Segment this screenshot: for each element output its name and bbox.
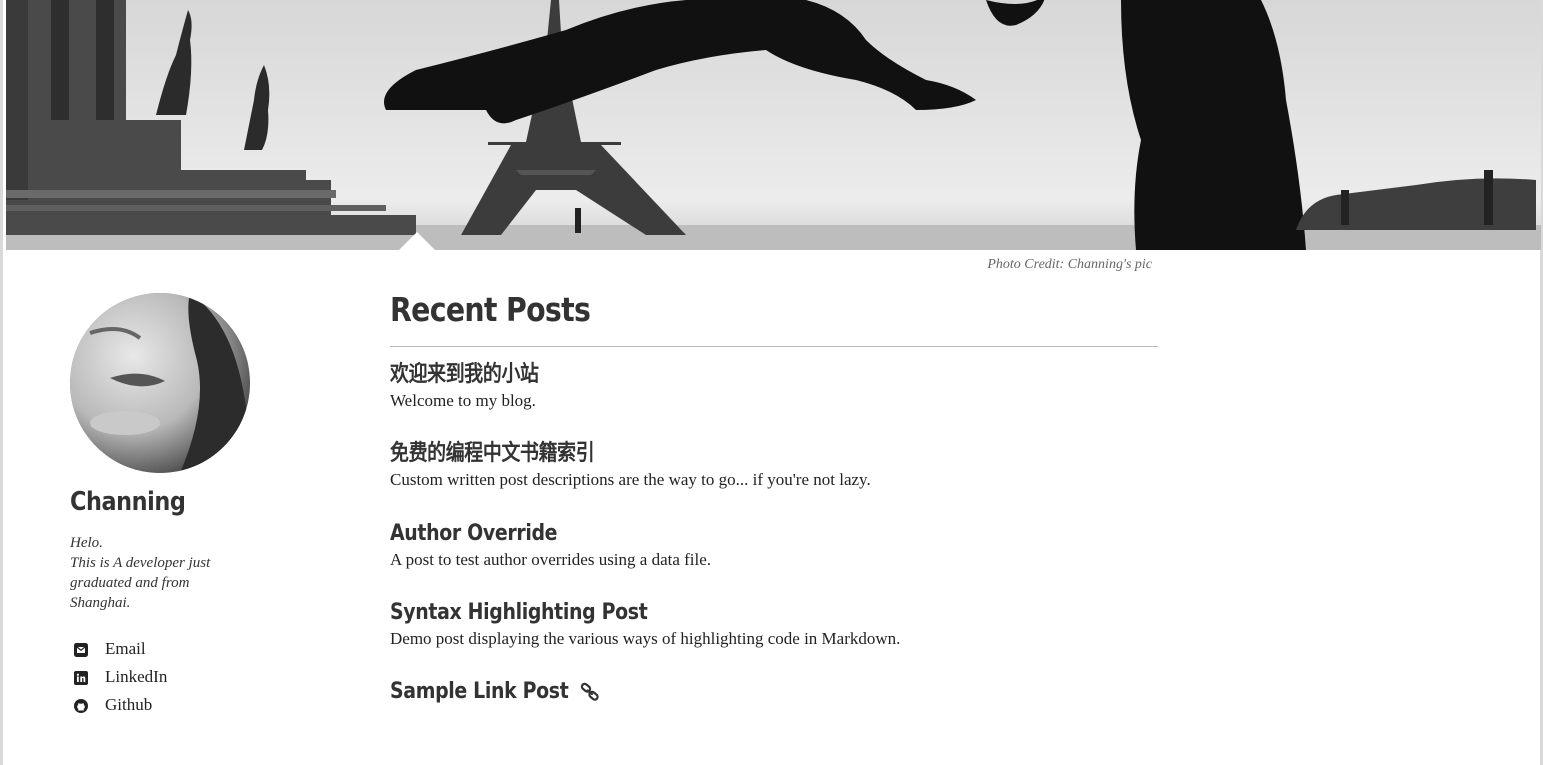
main-content: Recent Posts 欢迎来到我的小站 Welcome to my blog… bbox=[390, 288, 1158, 757]
post-title: 免费的编程中文书籍索引 bbox=[390, 441, 595, 467]
linkedin-label: LinkedIn bbox=[105, 667, 168, 686]
post-description: Welcome to my blog. bbox=[390, 391, 536, 410]
github-label: Github bbox=[105, 695, 153, 714]
author-bio-line: Helo. bbox=[70, 535, 103, 551]
post-title: Sample Link Post bbox=[390, 679, 569, 705]
author-name: Channing bbox=[70, 487, 186, 517]
github-link[interactable]: Github bbox=[70, 691, 270, 719]
hero-image bbox=[6, 0, 1541, 250]
post-title-link[interactable]: Syntax Highlighting Post bbox=[390, 599, 1158, 627]
post-title: 欢迎来到我的小站 bbox=[390, 362, 539, 387]
post-list: 欢迎来到我的小站 Welcome to my blog. 免费的编程中文书籍索引… bbox=[390, 361, 1158, 757]
post-item: Syntax Highlighting Post Demo post displ… bbox=[390, 599, 1158, 678]
post-description: Custom written post descriptions are the… bbox=[390, 470, 871, 490]
post-item: 免费的编程中文书籍索引 Custom written post descript… bbox=[390, 440, 1158, 519]
email-link[interactable]: Email bbox=[70, 635, 270, 663]
post-description: A post to test author overrides using a … bbox=[390, 549, 712, 569]
github-icon bbox=[74, 698, 88, 713]
post-item: Sample Link Post bbox=[390, 678, 1158, 757]
envelope-icon bbox=[74, 642, 88, 657]
post-title: Syntax Highlighting Post bbox=[390, 599, 648, 625]
page-title: Recent Posts bbox=[390, 290, 591, 329]
post-title-link[interactable]: 欢迎来到我的小站 bbox=[390, 361, 1158, 389]
post-title: Author Override bbox=[390, 520, 558, 546]
author-bio-line: This is A developer just graduated and f… bbox=[70, 555, 211, 611]
post-title-link[interactable]: Author Override bbox=[390, 520, 1158, 548]
post-item: 欢迎来到我的小站 Welcome to my blog. bbox=[390, 361, 1158, 440]
title-divider bbox=[390, 346, 1158, 347]
linkedin-link[interactable]: LinkedIn bbox=[70, 663, 270, 691]
post-item: Author Override A post to test author ov… bbox=[390, 520, 1158, 599]
social-links: Email LinkedIn Github bbox=[70, 635, 270, 719]
link-icon bbox=[579, 681, 601, 703]
page-frame: Photo Credit: Channing's pic Channing He… bbox=[0, 0, 1543, 765]
author-sidebar: Channing Helo. This is A developer just … bbox=[70, 293, 270, 719]
hero-notch bbox=[399, 232, 435, 250]
post-title-link[interactable]: 免费的编程中文书籍索引 bbox=[390, 440, 1158, 468]
author-bio: Helo. This is A developer just graduated… bbox=[70, 533, 235, 613]
linkedin-icon bbox=[74, 670, 88, 685]
photo-credit: Photo Credit: Channing's pic bbox=[987, 257, 1152, 272]
email-label: Email bbox=[105, 639, 146, 658]
post-description: Demo post displaying the various ways of… bbox=[390, 628, 901, 648]
avatar bbox=[70, 293, 250, 473]
post-title-link[interactable]: Sample Link Post bbox=[390, 678, 1158, 706]
